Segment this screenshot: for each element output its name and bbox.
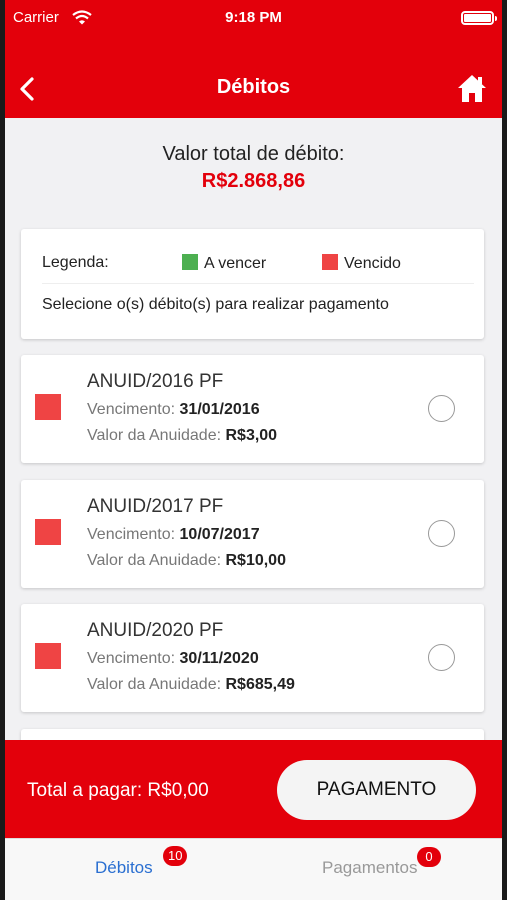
amount-label: Valor da Anuidade: — [87, 552, 222, 569]
legend-card: Legenda: A vencer Vencido Selecione o(s)… — [21, 229, 484, 339]
debit-card[interactable]: ANUID/2020 PF Vencimento: 30/11/2020 Val… — [21, 604, 484, 712]
debit-due-line: Vencimento: 30/11/2020 — [87, 650, 259, 668]
due-label: Vencimento: — [87, 526, 176, 543]
debitos-count-badge: 10 — [163, 846, 188, 866]
legend-item-overdue: Vencido — [322, 254, 401, 273]
tab-debitos[interactable]: Débitos — [95, 858, 153, 878]
due-label: Vencimento: — [87, 650, 176, 667]
debit-due-line: Vencimento: 31/01/2016 — [87, 401, 260, 419]
legend-label: Legenda: — [42, 254, 109, 271]
amount-value: R$3,00 — [225, 427, 278, 444]
amount-to-pay-label: Total a pagar: — [27, 780, 143, 801]
amount-label: Valor da Anuidade: — [87, 427, 222, 444]
debit-title: ANUID/2020 PF — [87, 620, 224, 641]
debit-amount-line: Valor da Anuidade: R$3,00 — [87, 427, 277, 445]
due-date: 31/01/2016 — [179, 401, 260, 418]
navigation-bar: Débitos — [5, 60, 502, 116]
due-date: 30/11/2020 — [179, 650, 259, 667]
amount-to-pay: Total a pagar: R$0,00 — [27, 780, 209, 802]
debt-summary: Valor total de débito: R$2.868,86 — [5, 143, 502, 193]
amount-to-pay-value: R$0,00 — [147, 780, 209, 801]
total-debt-label: Valor total de débito: — [162, 143, 345, 165]
legend-overdue-label: Vencido — [344, 255, 401, 272]
legend-item-upcoming: A vencer — [182, 254, 266, 273]
payment-bar: Total a pagar: R$0,00 PAGAMENTO — [5, 740, 502, 838]
status-bar: Carrier 9:18 PM — [5, 0, 502, 36]
overdue-status-indicator — [35, 394, 61, 420]
debit-card[interactable]: ANUID/2016 PF Vencimento: 31/01/2016 Val… — [21, 355, 484, 463]
tab-pagamentos[interactable]: Pagamentos — [322, 858, 417, 878]
clock: 9:18 PM — [225, 9, 282, 26]
battery-icon — [461, 11, 497, 25]
upcoming-swatch — [182, 254, 198, 270]
debit-amount-line: Valor da Anuidade: R$685,49 — [87, 676, 295, 694]
due-date: 10/07/2017 — [179, 526, 260, 543]
debit-amount-line: Valor da Anuidade: R$10,00 — [87, 552, 286, 570]
amount-value: R$10,00 — [225, 552, 286, 569]
overdue-status-indicator — [35, 643, 61, 669]
due-label: Vencimento: — [87, 401, 176, 418]
total-debt-value: R$2.868,86 — [201, 170, 306, 192]
pagamentos-count-badge: 0 — [417, 847, 441, 867]
payment-button[interactable]: PAGAMENTO — [277, 760, 476, 820]
overdue-status-indicator — [35, 519, 61, 545]
legend-row: Legenda: A vencer Vencido — [42, 254, 462, 274]
debit-due-line: Vencimento: 10/07/2017 — [87, 526, 260, 544]
select-radio[interactable] — [428, 520, 455, 547]
home-icon[interactable] — [456, 72, 488, 104]
select-radio[interactable] — [428, 644, 455, 671]
tab-bar: Débitos 10 Pagamentos 0 — [5, 838, 502, 900]
amount-label: Valor da Anuidade: — [87, 676, 222, 693]
selection-instruction: Selecione o(s) débito(s) para realizar p… — [42, 296, 389, 313]
page-title: Débitos — [216, 76, 291, 98]
select-radio[interactable] — [428, 395, 455, 422]
debit-title: ANUID/2016 PF — [87, 371, 224, 392]
debit-title: ANUID/2017 PF — [87, 496, 224, 517]
debit-card[interactable]: ANUID/2017 PF Vencimento: 10/07/2017 Val… — [21, 480, 484, 588]
header: Carrier 9:18 PM Débitos — [5, 0, 502, 118]
legend-upcoming-label: A vencer — [204, 255, 267, 272]
amount-value: R$685,49 — [225, 676, 295, 693]
app-screen: Carrier 9:18 PM Débitos Valor total de d… — [5, 0, 502, 900]
overdue-swatch — [322, 254, 338, 270]
divider — [42, 283, 474, 284]
